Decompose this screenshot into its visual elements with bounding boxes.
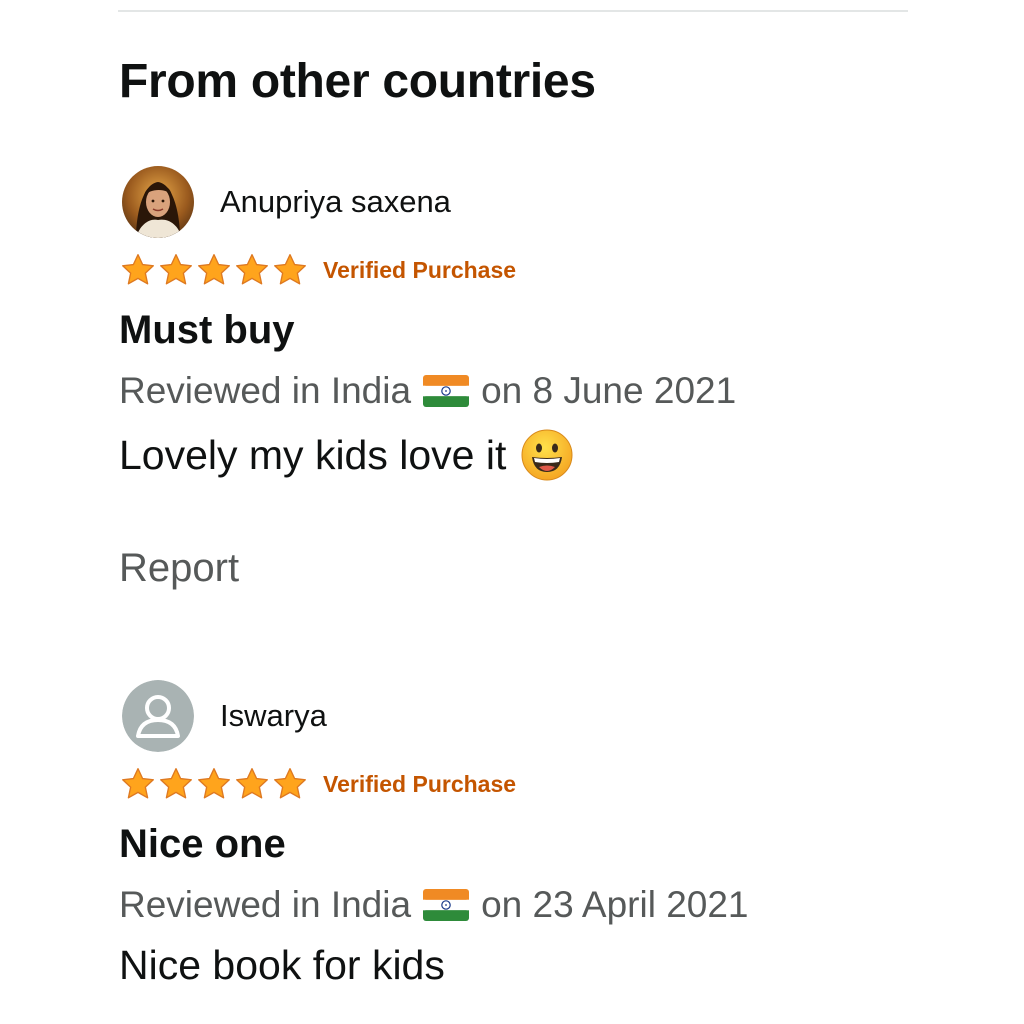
review-meta: Reviewed in India on 23 April 2021 (119, 884, 749, 926)
review-date: on 8 June 2021 (481, 370, 737, 411)
review-card: Iswarya Verified Purchase Nice one Revie… (119, 680, 919, 988)
profile-photo-icon (122, 166, 194, 238)
report-link[interactable]: Report (119, 546, 239, 591)
star-icon (274, 768, 306, 799)
star-icon (198, 254, 230, 285)
review-title: Nice one (119, 822, 286, 866)
avatar[interactable] (122, 166, 194, 238)
verified-purchase-badge: Verified Purchase (323, 256, 517, 283)
star-icon (160, 254, 192, 285)
grinning-face-emoji-icon (521, 429, 573, 481)
rating-row: Verified Purchase (119, 252, 516, 288)
verified-purchase-badge: Verified Purchase (323, 770, 517, 797)
reviewer-name[interactable]: Iswarya (220, 698, 327, 734)
review-location: Reviewed in India (119, 370, 412, 411)
star-icon (236, 254, 268, 285)
star-icon (122, 768, 154, 799)
reviews-page: From other countries Anupriya saxena Ver… (0, 0, 1024, 1024)
default-avatar-icon (122, 680, 194, 752)
review-text: Nice book for kids (119, 942, 445, 988)
reviewer-profile[interactable]: Iswarya (119, 680, 919, 754)
review-text: Lovely my kids love it (119, 431, 507, 478)
star-icon (236, 768, 268, 799)
reviewer-name[interactable]: Anupriya saxena (220, 184, 451, 220)
star-rating[interactable] (119, 766, 309, 802)
review-meta: Reviewed in India on 8 June 2021 (119, 370, 736, 412)
star-icon (160, 768, 192, 799)
star-icon (122, 254, 154, 285)
reviewer-profile[interactable]: Anupriya saxena (119, 166, 919, 240)
section-title: From other countries (119, 55, 596, 108)
star-icon (274, 254, 306, 285)
india-flag-icon (423, 375, 470, 407)
avatar[interactable] (122, 680, 194, 752)
star-rating[interactable] (119, 252, 309, 288)
review-body: Lovely my kids love it (119, 428, 574, 482)
review-location: Reviewed in India (119, 884, 412, 925)
review-card: Anupriya saxena Verified Purchase Must b… (119, 166, 919, 590)
india-flag-icon (423, 889, 470, 921)
rating-row: Verified Purchase (119, 766, 516, 802)
section-divider (118, 10, 908, 12)
review-body: Nice book for kids (119, 942, 445, 989)
star-icon (198, 768, 230, 799)
review-title: Must buy (119, 308, 295, 352)
review-date: on 23 April 2021 (481, 884, 749, 925)
